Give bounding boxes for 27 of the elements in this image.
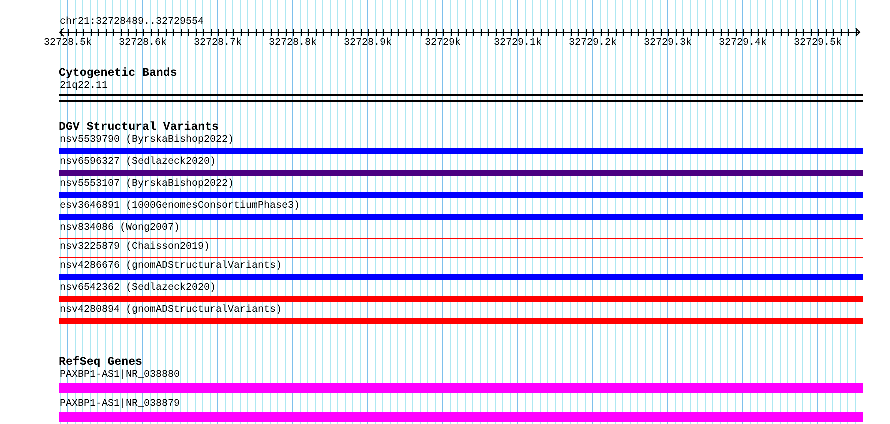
feature-label: PAXBP1-AS1|NR_038880 [59,370,180,382]
feature-label: nsv3225879 (Chaisson2019) [59,242,210,254]
feature-label: PAXBP1-AS1|NR_038879 [59,399,180,411]
feature-label: nsv4286676 (gnomADStructuralVariants) [59,261,282,273]
feature-label: nsv4280894 (gnomADStructuralVariants) [59,305,282,317]
feature-label: nsv5539790 (ByrskaBishop2022) [59,135,234,147]
tick-label: 32729.2k [569,38,617,49]
feature-label: esv3646891 (1000GenomesConsortiumPhase3) [59,201,300,213]
feature-label: nsv6596327 (Sedlazeck2020) [59,157,216,169]
track-title: Cytogenetic Bands [59,68,178,80]
tick-label: 32728.8k [269,38,317,49]
tick-label: 32728.5k [44,38,92,49]
track-title: RefSeq Genes [59,357,142,369]
tick-label: 32729.3k [644,38,692,49]
feature-label: nsv6542362 (Sedlazeck2020) [59,283,216,295]
feature-label: 21q22.11 [59,81,108,93]
tick-label: 32728.7k [194,38,242,49]
track-title: DGV Structural Variants [59,122,220,134]
tick-label: 32729k [425,38,461,49]
location-label: chr21:32728489..32729554 [60,17,204,28]
tick-label: 32729.5k [794,38,842,49]
tick-label: 32728.9k [344,38,392,49]
tick-label: 32729.4k [719,38,767,49]
feature-label: nsv834086 (Wong2007) [59,223,180,235]
tick-label: 32729.1k [494,38,542,49]
tick-label: 32728.6k [119,38,167,49]
feature-label: nsv5553107 (ByrskaBishop2022) [59,179,234,191]
